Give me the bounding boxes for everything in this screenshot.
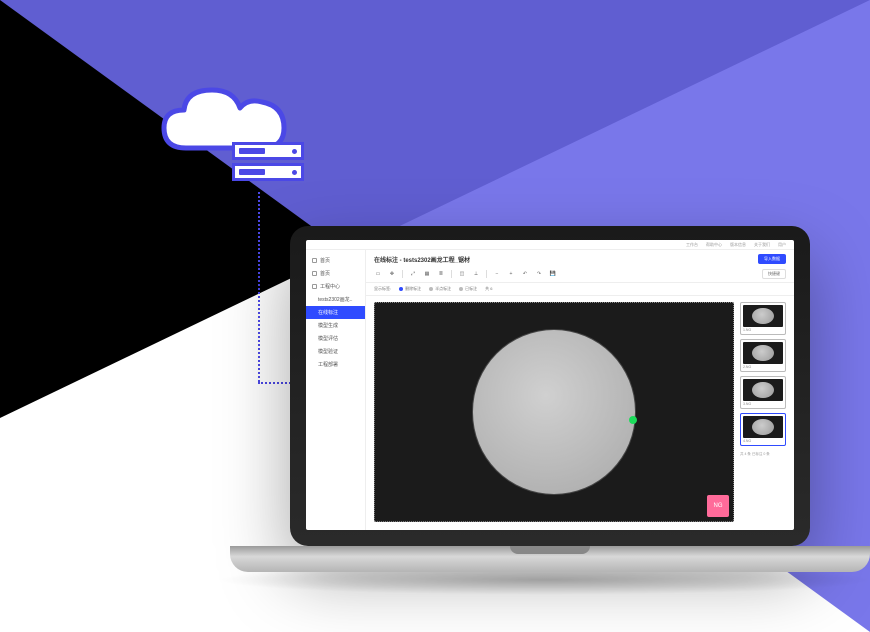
crop-icon[interactable]: ◫ bbox=[458, 270, 466, 278]
main-header: 在线标注 - tests2302画龙工程_锯材 导入数据 bbox=[366, 250, 794, 266]
sidebar-item-label: 工程部署 bbox=[318, 361, 338, 368]
sidebar-item-model-gen[interactable]: 模型生成 bbox=[306, 319, 365, 332]
toolbar-separator bbox=[451, 270, 452, 278]
sidebar-item-dashboard[interactable]: 首页 bbox=[306, 267, 365, 280]
list-icon[interactable]: ≣ bbox=[437, 270, 445, 278]
app-body: 首页 首页 工程中心 tests2302画龙.. 在线标注 模型生成 bbox=[306, 250, 794, 530]
undo-icon[interactable]: ↶ bbox=[521, 270, 529, 278]
zoom-out-icon[interactable]: − bbox=[493, 270, 501, 278]
sidebar-item-label: 工程中心 bbox=[320, 283, 340, 290]
sidebar-item-model-eval[interactable]: 模型评估 bbox=[306, 332, 365, 345]
filter-chip-half[interactable]: 半点标注 bbox=[429, 286, 451, 292]
top-nav-item[interactable]: 版本信息 bbox=[730, 242, 746, 248]
sidebar-item-deploy[interactable]: 工程部署 bbox=[306, 358, 365, 371]
toolbar: ▭ ✥ ⤢ ▦ ≣ ◫ ⟂ − + ↶ ↷ 💾 快捷键 bbox=[366, 266, 794, 283]
sidebar-item-label: 模型生成 bbox=[318, 322, 338, 329]
cloud-graphic bbox=[156, 84, 296, 164]
server-icon bbox=[232, 142, 304, 184]
thumb-label: 4.NG bbox=[743, 439, 783, 443]
filter-chip-done[interactable]: 已标注 bbox=[459, 286, 477, 292]
dot-icon bbox=[459, 287, 463, 291]
app-screen: 工作台 帮助中心 版本信息 关于我们 用户 首页 首页 工程中心 bbox=[306, 240, 794, 530]
redo-icon[interactable]: ↷ bbox=[535, 270, 543, 278]
laptop-notch bbox=[510, 546, 590, 554]
chip-label: 已标注 bbox=[465, 286, 477, 292]
thumb-image bbox=[743, 379, 783, 401]
chip-label: 半点标注 bbox=[435, 286, 451, 292]
thumbnail-item[interactable]: 1.NG bbox=[740, 302, 786, 335]
dot-icon bbox=[429, 287, 433, 291]
main-panel: 在线标注 - tests2302画龙工程_锯材 导入数据 ▭ ✥ ⤢ ▦ ≣ ◫… bbox=[366, 250, 794, 530]
thumb-label: 1.NG bbox=[743, 328, 783, 332]
sidebar-item-label: tests2302画龙.. bbox=[318, 296, 352, 303]
top-nav-item[interactable]: 帮助中心 bbox=[706, 242, 722, 248]
thumbnail-item[interactable]: 4.NG bbox=[740, 413, 786, 446]
thumb-image bbox=[743, 342, 783, 364]
content-area: NG 1.NG 2.NG bbox=[366, 296, 794, 530]
toolbar-separator bbox=[486, 270, 487, 278]
top-nav-item[interactable]: 工作台 bbox=[686, 242, 698, 248]
top-nav-item[interactable]: 关于我们 bbox=[754, 242, 770, 248]
ruler-icon[interactable]: ⟂ bbox=[472, 270, 480, 278]
shortcut-button[interactable]: 快捷键 bbox=[762, 269, 786, 279]
save-icon[interactable]: 💾 bbox=[549, 270, 557, 278]
thumb-label: 3.NG bbox=[743, 402, 783, 406]
top-nav: 工作台 帮助中心 版本信息 关于我们 用户 bbox=[306, 240, 794, 250]
thumb-image bbox=[743, 305, 783, 327]
sample-object bbox=[472, 329, 637, 495]
thumb-label: 2.NG bbox=[743, 365, 783, 369]
resize-icon[interactable]: ⤢ bbox=[409, 270, 417, 278]
filter-label: 显示标签: bbox=[374, 286, 391, 292]
toolbar-separator bbox=[402, 270, 403, 278]
filter-chip-delete[interactable]: 删除标注 bbox=[399, 286, 421, 292]
thumbnail-item[interactable]: 2.NG bbox=[740, 339, 786, 372]
sidebar-item-label: 在线标注 bbox=[318, 309, 338, 316]
thumbnail-item[interactable]: 3.NG bbox=[740, 376, 786, 409]
annotation-canvas[interactable]: NG bbox=[374, 302, 734, 522]
laptop-base bbox=[230, 546, 870, 572]
canvas-wrap: NG bbox=[374, 302, 734, 522]
sidebar-item-projects[interactable]: 工程中心 bbox=[306, 280, 365, 293]
filter-count: 共 6 bbox=[485, 286, 492, 292]
import-button[interactable]: 导入数据 bbox=[758, 254, 786, 264]
top-nav-item[interactable]: 用户 bbox=[778, 242, 786, 248]
annotation-point[interactable] bbox=[629, 416, 637, 424]
menu-icon bbox=[312, 258, 317, 263]
page-title: 在线标注 - tests2302画龙工程_锯材 bbox=[374, 255, 470, 264]
folder-icon bbox=[312, 284, 317, 289]
sidebar-item-label: 首页 bbox=[320, 257, 330, 264]
sidebar-item-annotate[interactable]: 在线标注 bbox=[306, 306, 365, 319]
laptop-frame: 工作台 帮助中心 版本信息 关于我们 用户 首页 首页 工程中心 bbox=[290, 226, 810, 546]
sidebar-item-label: 模型验证 bbox=[318, 348, 338, 355]
grid-icon[interactable]: ▦ bbox=[423, 270, 431, 278]
sidebar: 首页 首页 工程中心 tests2302画龙.. 在线标注 模型生成 bbox=[306, 250, 366, 530]
sidebar-item-label: 模型评估 bbox=[318, 335, 338, 342]
ng-badge: NG bbox=[707, 495, 729, 517]
connector-line-vertical bbox=[258, 192, 260, 382]
dot-icon bbox=[399, 287, 403, 291]
thumb-footer: 共 4 条 已标注 0 条 bbox=[740, 450, 786, 457]
move-icon[interactable]: ✥ bbox=[388, 270, 396, 278]
thumbnail-list: 1.NG 2.NG 3.NG 4.NG bbox=[740, 302, 786, 522]
sidebar-item-home[interactable]: 首页 bbox=[306, 254, 365, 267]
pointer-icon[interactable]: ▭ bbox=[374, 270, 382, 278]
zoom-in-icon[interactable]: + bbox=[507, 270, 515, 278]
sidebar-item-model-verify[interactable]: 模型验证 bbox=[306, 345, 365, 358]
sidebar-item-project-name[interactable]: tests2302画龙.. bbox=[306, 293, 365, 306]
chip-label: 删除标注 bbox=[405, 286, 421, 292]
thumb-image bbox=[743, 416, 783, 438]
sidebar-item-label: 首页 bbox=[320, 270, 330, 277]
filter-bar: 显示标签: 删除标注 半点标注 已标注 共 6 bbox=[366, 283, 794, 296]
home-icon bbox=[312, 271, 317, 276]
